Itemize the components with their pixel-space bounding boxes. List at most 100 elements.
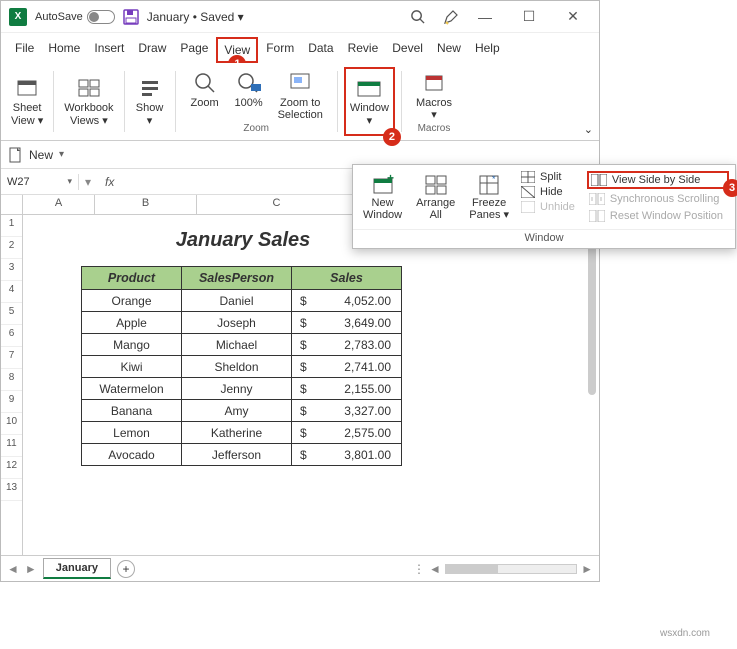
watermark: wsxdn.com [660, 628, 731, 647]
tab-insert[interactable]: Insert [88, 37, 130, 63]
qa-dropdown-icon[interactable]: ▾ [59, 149, 64, 160]
header-person[interactable]: SalesPerson [182, 267, 292, 290]
horizontal-scrollbar[interactable]: ⋮ ◄ ► [413, 562, 593, 576]
tab-nav-next-icon[interactable]: ► [25, 562, 37, 576]
show-icon [140, 76, 160, 100]
close-button[interactable]: ✕ [555, 3, 591, 31]
name-box[interactable]: W27▾ [1, 174, 79, 190]
row-5[interactable]: 5 [1, 303, 22, 325]
table-row: MangoMichael2,783.00 [82, 334, 402, 356]
excel-icon: X [9, 8, 27, 26]
col-a[interactable]: A [23, 195, 95, 214]
tab-nav-prev-icon[interactable]: ◄ [7, 562, 19, 576]
fx-icon[interactable]: fx [97, 175, 122, 189]
workbook-views-button[interactable]: Workbook Views ▾ [60, 67, 117, 136]
zoom-group: Zoom 100% Zoom to Selection Zoom [182, 67, 331, 136]
sheet-view-icon [16, 76, 38, 100]
freeze-panes-button[interactable]: * Freeze Panes ▾ [465, 171, 513, 223]
sheet-tab-bar: ◄ ► January + ⋮ ◄ ► [1, 555, 599, 581]
col-c[interactable]: C [197, 195, 357, 214]
tab-draw[interactable]: Draw [132, 37, 172, 63]
worksheet[interactable]: January Sales Product SalesPerson Sales … [23, 215, 599, 555]
data-table: Product SalesPerson Sales OrangeDaniel4,… [81, 266, 402, 466]
zoom-selection-icon [289, 71, 311, 95]
row-7[interactable]: 7 [1, 347, 22, 369]
save-icon[interactable] [123, 9, 139, 25]
row-3[interactable]: 3 [1, 259, 22, 281]
tab-devel[interactable]: Devel [386, 37, 429, 63]
sheet-tab-january[interactable]: January [43, 558, 111, 579]
fx-cancel-icon[interactable]: ▾ [79, 175, 97, 189]
sheet-view-button[interactable]: Sheet View ▾ [7, 67, 47, 136]
row-9[interactable]: 9 [1, 391, 22, 413]
toggle-switch-icon[interactable] [87, 10, 115, 24]
col-b[interactable]: B [95, 195, 197, 214]
tab-help[interactable]: Help [469, 37, 506, 63]
arrange-all-button[interactable]: Arrange All [412, 171, 459, 223]
arrange-all-icon [425, 173, 447, 197]
unhide-icon [521, 201, 535, 213]
row-1[interactable]: 1 [1, 215, 22, 237]
zoom-group-label: Zoom [243, 123, 269, 134]
minimize-button[interactable]: ― [467, 3, 503, 31]
new-window-button[interactable]: + New Window [359, 171, 406, 223]
table-row: AvocadoJefferson3,801.00 [82, 444, 402, 466]
unhide-button: Unhide [521, 201, 575, 213]
pen-icon[interactable] [443, 9, 459, 25]
hide-button[interactable]: Hide [521, 186, 575, 198]
select-all-triangle[interactable] [1, 195, 23, 214]
split-button[interactable]: Split [521, 171, 575, 183]
row-4[interactable]: 4 [1, 281, 22, 303]
document-title[interactable]: January • Saved ▾ [147, 10, 244, 24]
zoom-icon [194, 71, 216, 95]
macros-group: Macros ▾ Macros [408, 67, 460, 136]
add-sheet-button[interactable]: + [117, 560, 135, 578]
side-by-side-icon [591, 174, 607, 186]
header-sales[interactable]: Sales [292, 267, 402, 290]
tab-data[interactable]: Data [302, 37, 339, 63]
svg-text:*: * [492, 174, 496, 184]
split-icon [521, 171, 535, 183]
ribbon-collapse-icon[interactable]: ⌄ [584, 123, 593, 136]
table-row: AppleJoseph3,649.00 [82, 312, 402, 334]
table-row: KiwiSheldon2,741.00 [82, 356, 402, 378]
window-button[interactable]: Window ▾ 2 [344, 67, 395, 136]
window-dropdown: + New Window Arrange All * Freeze Panes … [352, 164, 736, 249]
freeze-panes-icon: * [478, 173, 500, 197]
tab-review[interactable]: Revie [342, 37, 385, 63]
zoom-selection-button[interactable]: Zoom to Selection [274, 69, 327, 123]
tab-home[interactable]: Home [42, 37, 86, 63]
new-button[interactable]: New [29, 148, 53, 162]
row-8[interactable]: 8 [1, 369, 22, 391]
row-10[interactable]: 10 [1, 413, 22, 435]
maximize-button[interactable]: ☐ [511, 3, 547, 31]
tab-new[interactable]: New [431, 37, 467, 63]
tab-view[interactable]: View 1 [216, 37, 258, 63]
row-13[interactable]: 13 [1, 479, 22, 501]
table-row: LemonKatherine2,575.00 [82, 422, 402, 444]
new-window-icon: + [371, 173, 395, 197]
reset-position-icon [589, 210, 605, 222]
tab-page[interactable]: Page [174, 37, 214, 63]
workbook-views-icon [78, 76, 100, 100]
autosave-toggle[interactable]: AutoSave [35, 10, 115, 24]
callout-badge-3: 3 [723, 179, 737, 197]
macros-button[interactable]: Macros ▾ [412, 69, 456, 123]
new-doc-icon[interactable] [9, 147, 23, 163]
excel-window: X AutoSave January • Saved ▾ ― ☐ ✕ File … [0, 0, 600, 582]
search-icon[interactable] [410, 9, 425, 24]
window-icon [356, 76, 382, 100]
zoom-button[interactable]: Zoom [186, 69, 224, 111]
header-product[interactable]: Product [82, 267, 182, 290]
row-headers: 1 2 3 4 5 6 7 8 9 10 11 12 13 [1, 215, 23, 555]
row-12[interactable]: 12 [1, 457, 22, 479]
row-2[interactable]: 2 [1, 237, 22, 259]
view-side-by-side-button[interactable]: View Side by Side 3 [587, 171, 729, 189]
tab-file[interactable]: File [9, 37, 40, 63]
row-6[interactable]: 6 [1, 325, 22, 347]
tab-form[interactable]: Form [260, 37, 300, 63]
row-11[interactable]: 11 [1, 435, 22, 457]
table-row: OrangeDaniel4,052.00 [82, 290, 402, 312]
zoom-100-button[interactable]: 100% [230, 69, 268, 111]
show-button[interactable]: Show ▾ [131, 67, 169, 136]
